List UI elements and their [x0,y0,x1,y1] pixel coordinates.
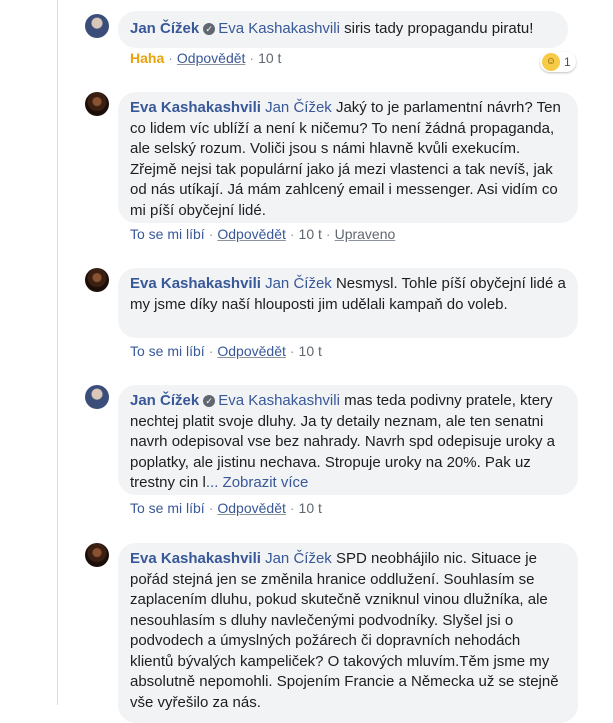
reaction-summary[interactable]: ☺ 1 [540,52,576,72]
reply-link[interactable]: Odpovědět [177,50,246,66]
comment-bubble: Eva Kashakashvili Jan Čížek Nesmysl. Toh… [118,268,578,338]
like-link[interactable]: To se mi líbí [130,500,205,516]
see-more-prefix: ... [205,474,223,491]
comment-text: siris tady propagandu piratu! [344,20,534,37]
reply-link[interactable]: Odpovědět [217,343,286,359]
comment-actions: To se mi líbí · Odpovědět · 10 t [130,343,322,359]
comment-bubble: Eva Kashakashvili Jan Čížek Jaký to je p… [118,92,578,223]
like-link[interactable]: To se mi líbí [130,226,205,242]
reply-link[interactable]: Odpovědět [217,500,286,516]
comment-author[interactable]: Jan Čížek [130,20,199,37]
comment-bubble: Jan Čížek ✓ Eva Kashakashvili siris tady p… [118,11,568,48]
avatar[interactable] [85,92,109,116]
reaction-button[interactable]: Haha [130,50,164,66]
comment-bubble: Eva Kashakashvili Jan Čížek SPD neobháji… [118,543,578,723]
comment-actions: To se mi líbí · Odpovědět · 10 t · Upraveno [130,226,396,242]
comment-author[interactable]: Eva Kashakashvili [130,275,261,292]
comment-text: Jaký to je parlamentní návrh? Ten co lid… [130,99,561,219]
comment-author[interactable]: Eva Kashakashvili [130,99,261,116]
avatar[interactable] [85,385,109,409]
verified-badge-icon: ✓ [203,395,216,407]
comment-mention[interactable]: Jan Čížek [265,99,332,116]
reply-link[interactable]: Odpovědět [217,226,286,242]
comment-time[interactable]: 10 t [299,226,322,242]
comment-mention[interactable]: Jan Čížek [265,550,332,567]
avatar[interactable] [85,268,109,292]
comment-time[interactable]: 10 t [258,50,281,66]
comment-time[interactable]: 10 t [299,500,322,516]
comment-author[interactable]: Jan Čížek [130,392,199,409]
avatar[interactable] [85,543,109,567]
verified-badge-icon: ✓ [203,23,216,35]
comment-bubble: Jan Čížek ✓ Eva Kashakashvili mas teda pod… [118,385,578,495]
comment-actions: To se mi líbí · Odpovědět · 10 t [130,500,322,516]
see-more-link[interactable]: Zobrazit více [223,474,309,491]
comment-author[interactable]: Eva Kashakashvili [130,550,261,567]
comment-mention[interactable]: Eva Kashakashvili [218,20,340,37]
comment-text: SPD neobhájilo nic. Situace je pořád ste… [130,550,559,711]
like-link[interactable]: To se mi líbí [130,343,205,359]
thread-line [57,0,58,705]
comment-mention[interactable]: Eva Kashakashvili [218,392,340,409]
haha-icon: ☺ [542,53,560,71]
comment-mention[interactable]: Jan Čížek [265,275,332,292]
edited-label[interactable]: Upraveno [335,226,396,242]
avatar[interactable] [85,14,109,38]
comment-actions: Haha · Odpovědět · 10 t [130,50,282,66]
comment-time[interactable]: 10 t [299,343,322,359]
reaction-count: 1 [564,55,571,69]
